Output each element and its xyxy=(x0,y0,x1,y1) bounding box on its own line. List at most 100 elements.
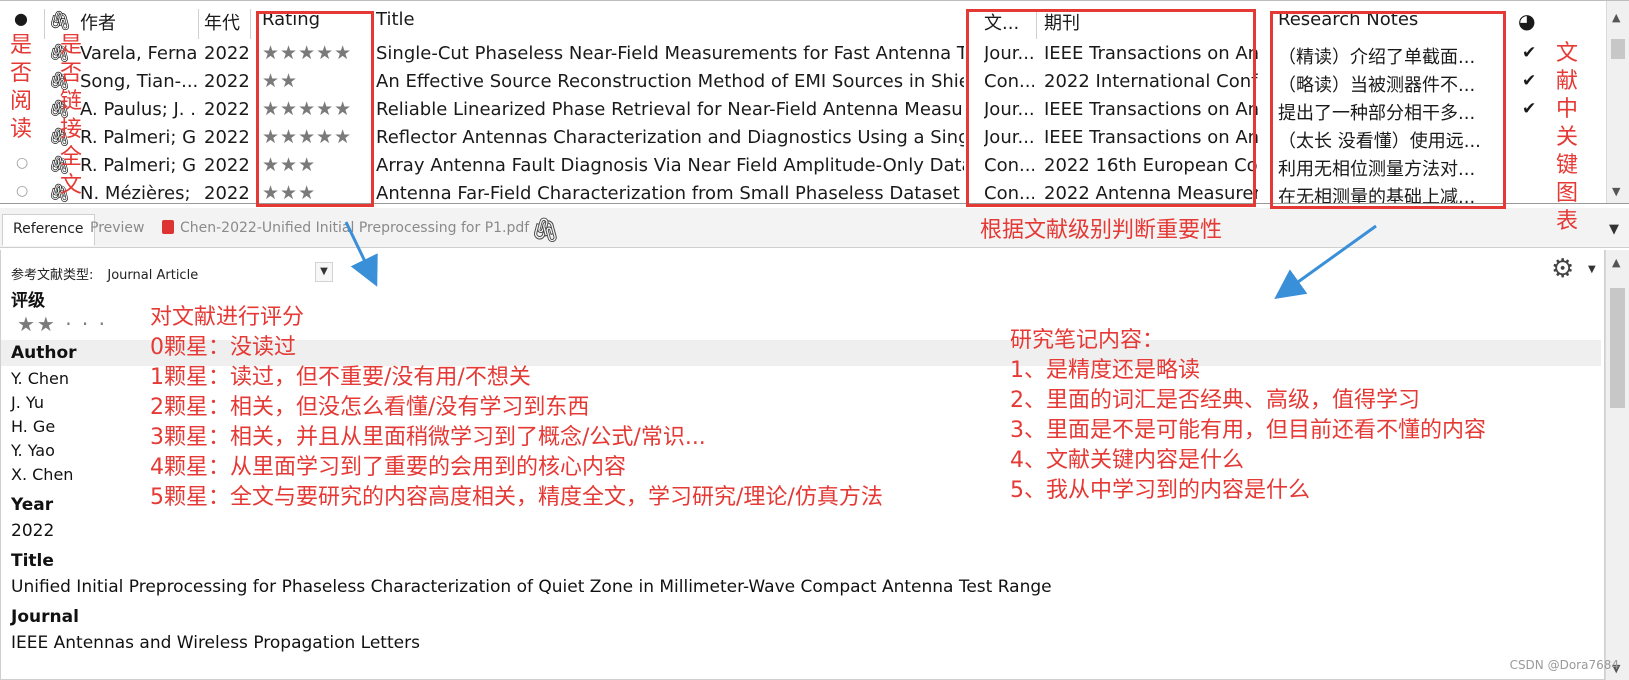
row-title[interactable]: Array Antenna Fault Diagnosis Via Near F… xyxy=(376,155,964,176)
reference-type-label: 参考文献类型: xyxy=(11,268,94,283)
header-rating[interactable]: Rating xyxy=(262,9,320,30)
rating-stars-control[interactable]: ★★ · · · xyxy=(17,312,107,336)
annotation-notes-line: 3、里面是不是可能有用，但目前还看不懂的内容 xyxy=(1010,418,1486,443)
pie-chart-icon[interactable]: ◕ xyxy=(1518,9,1535,33)
col-title: Title Single-Cut Phaseless Near-Field Me… xyxy=(370,1,966,203)
check-icon: ✔ xyxy=(1522,43,1537,63)
col-journal: 期刊 IEEE Transactions on Ante... 2022 Int… xyxy=(1038,1,1258,203)
row-research-notes[interactable]: （太长 没看懂）使用远... xyxy=(1278,127,1496,153)
row-research-notes[interactable]: 提出了一种部分相干多... xyxy=(1278,99,1496,125)
row-ref-type[interactable]: Jour... xyxy=(984,43,1034,64)
gear-icon[interactable]: ⚙ xyxy=(1551,254,1574,284)
check-icon: ✔ xyxy=(1522,99,1537,119)
row-title[interactable]: Reliable Linearized Phase Retrieval for … xyxy=(376,99,964,120)
scroll-up-icon[interactable]: ▲ xyxy=(1612,256,1620,269)
col-year: 年代 2022 2022 2022 2022 2022 2022 xyxy=(198,1,250,203)
row-year[interactable]: 2022 xyxy=(204,71,250,92)
journal-field[interactable]: IEEE Antennas and Wireless Propagation L… xyxy=(11,633,420,653)
rating-label: 评级 xyxy=(11,291,45,311)
row-author[interactable]: R. Palmeri; G... xyxy=(80,155,198,176)
row-research-notes[interactable]: （精读）介绍了单截面... xyxy=(1278,43,1496,69)
author-line[interactable]: J. Yu xyxy=(11,393,44,412)
header-year[interactable]: 年代 xyxy=(204,9,240,35)
author-label: Author xyxy=(11,343,77,363)
row-ref-type[interactable]: Con... xyxy=(984,155,1034,176)
chevron-down-icon[interactable]: ▼ xyxy=(1588,264,1596,275)
row-rating[interactable]: ★★ xyxy=(262,70,298,92)
pdf-file-icon xyxy=(162,220,174,234)
row-author[interactable]: Song, Tian-... xyxy=(80,71,198,92)
row-author[interactable]: A. Paulus; J. ... xyxy=(80,99,198,120)
row-rating[interactable]: ★★★★★ xyxy=(262,42,352,64)
tab-pdf[interactable]: Chen-2022-Unified Initial Preprocessing … xyxy=(152,214,539,246)
year-field[interactable]: 2022 xyxy=(11,521,54,541)
header-title[interactable]: Title xyxy=(376,9,415,30)
row-author[interactable]: Varela, Ferna... xyxy=(80,43,198,64)
row-ref-type[interactable]: Con... xyxy=(984,71,1034,92)
header-read-status[interactable]: ● xyxy=(14,9,28,28)
row-research-notes[interactable]: （略读）当被测器件不... xyxy=(1278,71,1496,97)
row-research-notes[interactable]: 利用无相位测量方法对... xyxy=(1278,155,1496,181)
row-rating[interactable]: ★★★★★ xyxy=(262,98,352,120)
row-year[interactable]: 2022 xyxy=(204,99,250,120)
annotation-notes-line: 4、文献关键内容是什么 xyxy=(1010,448,1244,473)
title-field[interactable]: Unified Initial Preprocessing for Phasel… xyxy=(11,577,1052,597)
detail-scrollbar[interactable]: ▲ ▼ xyxy=(1605,250,1629,680)
row-journal[interactable]: IEEE Transactions on Ante... xyxy=(1044,127,1258,148)
annotation-notes-line: 1、是精度还是略读 xyxy=(1010,358,1200,383)
row-rating[interactable]: ★★★ xyxy=(262,154,316,176)
annotation-rating-line: 0颗星：没读过 xyxy=(150,335,296,360)
scrollbar-thumb[interactable] xyxy=(1610,288,1625,408)
row-journal[interactable]: IEEE Transactions on Ante... xyxy=(1044,99,1258,120)
row-title[interactable]: Reflector Antennas Characterization and … xyxy=(376,127,964,148)
tab-preview[interactable]: Preview xyxy=(80,214,155,246)
row-year[interactable]: 2022 xyxy=(204,127,250,148)
watermark: CSDN @Dora7684 xyxy=(1509,658,1619,672)
col-rating: Rating ★★★★★ ★★ ★★★★★ ★★★★★ ★★★ ★★★ xyxy=(256,1,370,203)
author-line[interactable]: X. Chen xyxy=(11,465,73,484)
col-ref-type: 文... Jour... Con... Jour... Jour... Con.… xyxy=(978,1,1034,203)
row-ref-type[interactable]: Con... xyxy=(984,183,1034,203)
row-title[interactable]: Single-Cut Phaseless Near-Field Measurem… xyxy=(376,43,964,64)
year-label: Year xyxy=(11,495,54,515)
row-year[interactable]: 2022 xyxy=(204,155,250,176)
row-rating[interactable]: ★★★★★ xyxy=(262,126,352,148)
menu-chevron-down-icon[interactable]: ▼ xyxy=(1609,222,1619,237)
col-figures: ◕ ✔ ✔ ✔ xyxy=(1512,1,1552,203)
col-research-notes: Research Notes （精读）介绍了单截面... （略读）当被测器件不.… xyxy=(1272,1,1498,203)
row-journal[interactable]: IEEE Transactions on Ante... xyxy=(1044,43,1258,64)
paperclip-icon[interactable]: 🖇 xyxy=(48,9,72,32)
row-title[interactable]: An Effective Source Reconstruction Metho… xyxy=(376,71,964,92)
row-year[interactable]: 2022 xyxy=(204,43,250,64)
author-line[interactable]: H. Ge xyxy=(11,417,55,436)
author-line[interactable]: Y. Chen xyxy=(11,369,69,388)
paperclip-icon[interactable]: 🖇 xyxy=(530,216,560,244)
annotation-notes-line: 2、里面的词汇是否经典、高级，值得学习 xyxy=(1010,388,1420,413)
scrollbar-thumb[interactable] xyxy=(1611,39,1625,59)
header-research-notes[interactable]: Research Notes xyxy=(1278,9,1418,30)
table-scrollbar[interactable]: ▲ ▼ xyxy=(1606,1,1629,203)
row-ref-type[interactable]: Jour... xyxy=(984,99,1034,120)
row-title[interactable]: Antenna Far-Field Characterization from … xyxy=(376,183,964,203)
row-journal[interactable]: 2022 16th European Conf... xyxy=(1044,155,1258,176)
annotation-link-fulltext: 是否链接全文 xyxy=(60,33,83,198)
header-ref-type[interactable]: 文... xyxy=(984,9,1019,35)
chevron-down-icon[interactable]: ▼ xyxy=(315,262,333,282)
row-journal[interactable]: 2022 Antenna Measureme... xyxy=(1044,183,1258,203)
row-year[interactable]: 2022 xyxy=(204,183,250,203)
row-ref-type[interactable]: Jour... xyxy=(984,127,1034,148)
author-line[interactable]: Y. Yao xyxy=(11,441,55,460)
reference-type-select[interactable]: Journal Article xyxy=(107,268,198,283)
row-research-notes[interactable]: 在无相测量的基础上减... xyxy=(1278,183,1496,203)
scroll-down-icon[interactable]: ▼ xyxy=(1612,185,1620,198)
annotation-read-status: 是否阅读 xyxy=(10,33,33,142)
scroll-up-icon[interactable]: ▲ xyxy=(1612,11,1620,24)
row-author[interactable]: N. Mézières; xyxy=(80,183,191,203)
row-rating[interactable]: ★★★ xyxy=(262,182,316,203)
row-author[interactable]: R. Palmeri; G... xyxy=(80,127,198,148)
read-status-unread[interactable]: ○ xyxy=(16,155,28,171)
header-journal[interactable]: 期刊 xyxy=(1044,9,1080,35)
read-status-unread[interactable]: ○ xyxy=(16,183,28,199)
tab-pdf-label: Chen-2022-Unified Initial Preprocessing … xyxy=(180,220,530,236)
row-journal[interactable]: 2022 International Confer... xyxy=(1044,71,1258,92)
